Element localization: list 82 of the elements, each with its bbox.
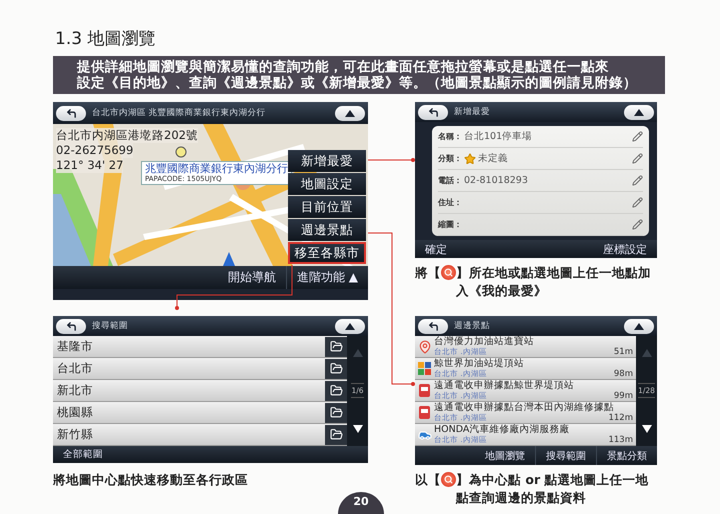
back-arrow-icon: [428, 320, 438, 332]
up-triangle-icon: [345, 110, 355, 116]
menu-item[interactable]: 地圖設定: [288, 173, 366, 195]
back-button[interactable]: [418, 104, 448, 120]
search-icon: [441, 265, 456, 280]
toolbar-button[interactable]: 座標設定: [593, 240, 657, 258]
toolbar-button[interactable]: 開始導航: [218, 266, 286, 289]
list-item[interactable]: 新北市: [53, 380, 347, 401]
collapse-button[interactable]: [624, 318, 654, 334]
screen-title: 新增最愛: [454, 106, 491, 118]
scroll-down-icon[interactable]: [352, 424, 362, 433]
folder-button[interactable]: [325, 336, 347, 356]
back-button[interactable]: [56, 106, 86, 120]
list-item[interactable]: 桃園縣: [53, 402, 347, 423]
caption-text: 以【: [415, 471, 441, 489]
edit-icon[interactable]: [632, 153, 643, 164]
intro-text: 設定《目的地》、查詢《週邊景點》或《新增最愛》等。（地圖景點顯示的圖例請見附錄）: [77, 75, 638, 91]
screen-title: 週邊景點: [454, 320, 491, 332]
scroll-down-icon[interactable]: [642, 424, 652, 433]
map-pin-icon: [418, 340, 432, 354]
folder-icon: [330, 362, 342, 375]
field-value[interactable]: 台北101停車場: [464, 130, 630, 143]
address-text: 121° 34' 27: [56, 158, 124, 173]
toolbar-button[interactable]: 進階功能 ▲: [286, 266, 368, 289]
screen-title: 台北市内湖區 兆豐國際商業銀行東內湖分行: [92, 107, 267, 119]
menu-item[interactable]: 新增最愛: [288, 150, 366, 172]
field-label: 分類：: [438, 153, 462, 164]
page-number: 20: [338, 492, 384, 514]
address-text: 02-26275699: [56, 143, 134, 158]
back-button[interactable]: [56, 318, 86, 334]
caption-text: 】所在地或點選地圖上任一地點加入《我的最愛》: [456, 264, 652, 300]
field-label: 縮圖：: [438, 219, 462, 230]
up-triangle-icon: [345, 322, 355, 330]
menu-item[interactable]: 目前位置: [288, 196, 366, 218]
field-value[interactable]: 未定義: [478, 152, 630, 165]
folder-icon: [330, 406, 342, 419]
folder-button[interactable]: [325, 424, 347, 444]
toolbar-button[interactable]: 搜尋範圍: [535, 446, 596, 465]
edit-icon[interactable]: [632, 131, 643, 142]
field-label: 住址：: [438, 197, 462, 208]
field-label: 名稱：: [438, 131, 462, 142]
folder-button[interactable]: [325, 402, 347, 422]
list-item[interactable]: 台北市: [53, 358, 347, 379]
section-heading: 1.3 地圖瀏覽: [55, 28, 156, 50]
edit-icon[interactable]: [632, 175, 643, 186]
back-arrow-icon: [66, 320, 76, 332]
folder-icon: [330, 384, 342, 397]
search-icon: [441, 472, 456, 487]
folder-icon: [330, 340, 342, 353]
caption-text: 】為中心點 or 點選地圖上任一地點查詢週邊的景點資料: [456, 471, 650, 507]
edit-icon[interactable]: [632, 197, 643, 208]
folder-button[interactable]: [325, 380, 347, 400]
up-triangle-icon: [634, 322, 644, 330]
back-button[interactable]: [418, 318, 448, 334]
toll-device-icon: [419, 384, 430, 397]
list-item[interactable]: 新竹縣: [53, 424, 347, 445]
toll-device-icon: [419, 406, 430, 419]
list-item[interactable]: 基隆市: [53, 336, 347, 357]
field-value[interactable]: 02-81018293: [464, 175, 630, 186]
collapse-button[interactable]: [335, 106, 365, 120]
leader-line: [368, 158, 415, 162]
toolbar-button[interactable]: 全部範圍: [53, 446, 113, 463]
toolbar-button[interactable]: 確定: [415, 240, 457, 258]
collapse-button[interactable]: [335, 318, 365, 334]
edit-icon[interactable]: [632, 219, 643, 230]
address-text: 台北市内湖區港墘路202號: [56, 128, 198, 143]
collapse-button[interactable]: [624, 104, 654, 120]
up-triangle-icon: [634, 108, 644, 116]
intro-text: 提供詳細地圖瀏覽與簡潔易懂的查詢功能，可在此畫面任意拖拉螢幕或是點選任一點來: [77, 59, 610, 75]
menu-item[interactable]: 週邊景點: [288, 219, 366, 241]
menu-item[interactable]: 移至各縣市: [288, 242, 366, 264]
toolbar-button[interactable]: 景點分類: [596, 446, 657, 465]
folder-button[interactable]: [325, 358, 347, 378]
back-arrow-icon: [66, 108, 76, 118]
toolbar-button[interactable]: 地圖瀏覽: [475, 446, 535, 465]
back-arrow-icon: [428, 106, 438, 118]
field-label: 電話：: [438, 175, 462, 186]
colored-squares-icon: [418, 362, 431, 375]
folder-icon: [330, 428, 342, 441]
screen-title: 搜尋範圍: [92, 320, 129, 332]
caption-text: 將地圖中心點快速移動至各行政區: [53, 471, 249, 488]
caption-text: 將【: [415, 264, 441, 282]
